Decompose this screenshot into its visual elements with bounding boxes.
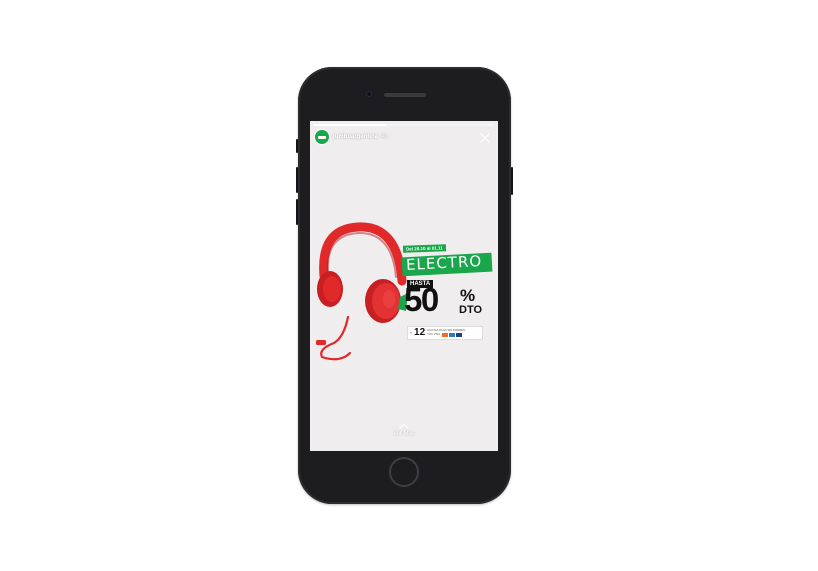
see-more-link[interactable]: Ver Más <box>310 431 498 437</box>
power-button <box>511 167 513 195</box>
story-time-ago: 4h <box>381 134 388 140</box>
installments-details: CUOTAS PLAN SIN INTERÉS TOC VISA <box>427 328 465 337</box>
phone-frame: Del 28.10 al 01.11 ELECTRO HASTA 50 % DT… <box>296 67 513 504</box>
close-icon[interactable] <box>479 132 491 144</box>
payment-cards: TOC VISA <box>427 332 465 337</box>
story-header: jumboargentina 4h <box>315 130 493 144</box>
volume-up-button <box>296 167 298 193</box>
discount-suffix: DTO <box>459 304 483 316</box>
story-username[interactable]: jumboargentina <box>333 134 378 140</box>
percent-symbol: % <box>460 286 476 305</box>
discount-value: 50 <box>404 281 439 318</box>
installments-box: Y 12 CUOTAS PLAN SIN INTERÉS TOC VISA <box>407 326 483 340</box>
story-ad-creative[interactable]: Del 28.10 al 01.11 ELECTRO HASTA 50 % DT… <box>310 121 498 451</box>
chevron-up-icon[interactable] <box>398 423 410 429</box>
avatar-logo-mark <box>318 135 326 139</box>
jumbo-logo-icon[interactable] <box>315 130 329 144</box>
card-icon <box>456 332 463 337</box>
front-camera <box>366 91 372 97</box>
cards-label: TOC VISA <box>427 332 441 336</box>
home-button[interactable] <box>389 457 419 487</box>
installments-prefix: Y <box>410 331 413 335</box>
installments-number: 12 <box>414 327 426 338</box>
earpiece-speaker <box>384 93 426 97</box>
mastercard-icon <box>442 332 449 337</box>
story-progress-bar <box>313 124 495 126</box>
volume-down-button <box>296 199 298 225</box>
mute-switch <box>296 139 298 153</box>
amex-icon <box>449 332 456 337</box>
date-range-badge: Del 28.10 al 01.11 <box>402 244 446 253</box>
story-screen[interactable]: Del 28.10 al 01.11 ELECTRO HASTA 50 % DT… <box>310 121 498 451</box>
story-progress-fill <box>313 124 386 126</box>
